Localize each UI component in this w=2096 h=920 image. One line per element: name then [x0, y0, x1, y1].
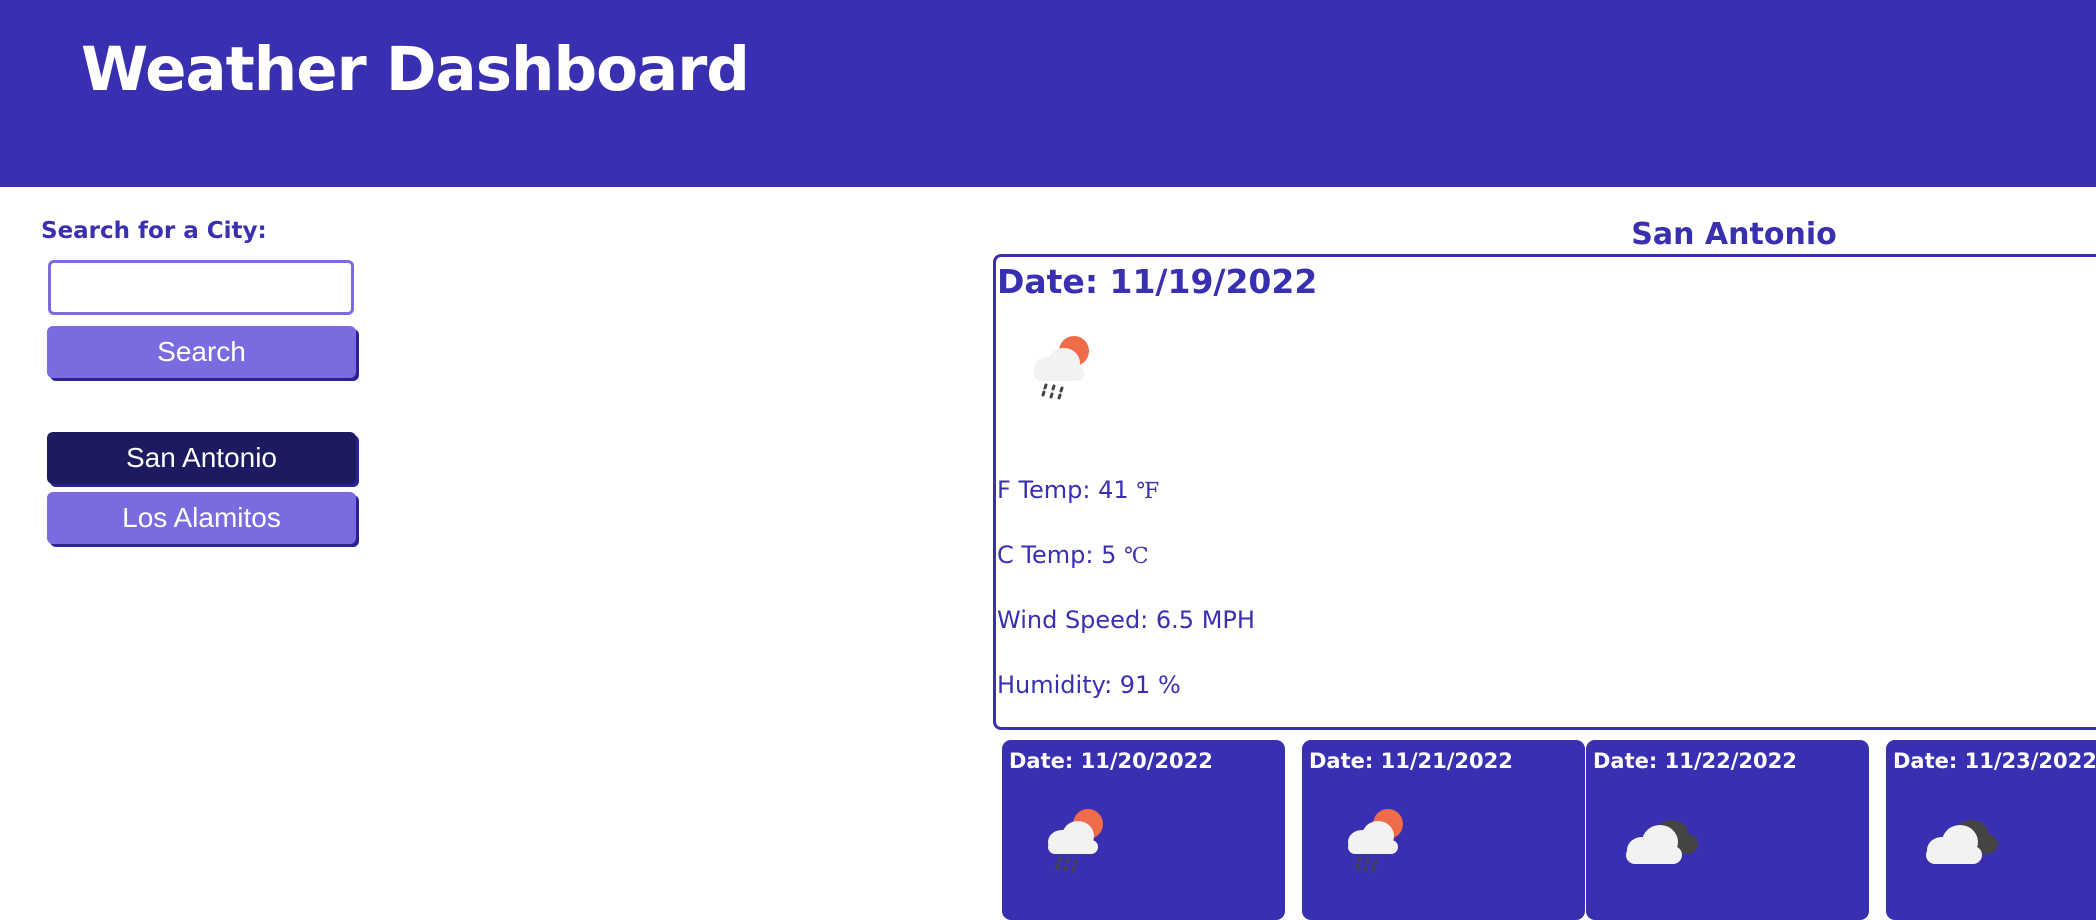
forecast-card: Date: 11/22/2022	[1586, 740, 1869, 920]
forecast-card: Date: 11/20/2022	[1002, 740, 1285, 920]
city-search-input[interactable]	[48, 260, 354, 315]
current-weather-card: Date: 11/19/2022 F Temp: 41 ℉ C Temp: 5 …	[993, 254, 2096, 730]
forecast-date: Date: 11/20/2022	[1009, 749, 1213, 773]
forecast-date: Date: 11/23/2022	[1893, 749, 2096, 773]
rain-sun-icon	[1034, 336, 1089, 400]
history-city-button[interactable]: San Antonio	[47, 432, 356, 484]
history-city-button[interactable]: Los Alamitos	[47, 492, 356, 544]
fahrenheit-unit: ℉	[1136, 479, 1160, 504]
humidity: Humidity: 91 %	[997, 671, 1181, 699]
celsius-temp-value: C Temp: 5	[997, 541, 1117, 569]
search-label: Search for a City:	[41, 218, 267, 244]
rain-sun-icon	[1048, 809, 1103, 873]
clouds-icon	[1626, 820, 1698, 864]
fahrenheit-temp-value: F Temp: 41	[997, 476, 1129, 504]
forecast-card: Date: 11/23/2022	[1886, 740, 2096, 920]
clouds-icon	[1926, 820, 1998, 864]
page-title: Weather Dashboard	[81, 34, 750, 105]
celsius-temp: C Temp: 5 ℃	[997, 539, 1149, 573]
forecast-card: Date: 11/21/2022	[1302, 740, 1585, 920]
rain-sun-icon	[1348, 809, 1403, 873]
app-header: Weather Dashboard	[0, 0, 2096, 187]
forecast-date: Date: 11/22/2022	[1593, 749, 1797, 773]
current-date: Date: 11/19/2022	[997, 262, 1318, 301]
current-city-name: San Antonio	[1631, 217, 1837, 252]
celsius-unit: ℃	[1123, 544, 1149, 569]
search-button[interactable]: Search	[47, 326, 356, 378]
forecast-date: Date: 11/21/2022	[1309, 749, 1513, 773]
wind-speed: Wind Speed: 6.5 MPH	[997, 606, 1255, 634]
fahrenheit-temp: F Temp: 41 ℉	[997, 474, 1159, 508]
